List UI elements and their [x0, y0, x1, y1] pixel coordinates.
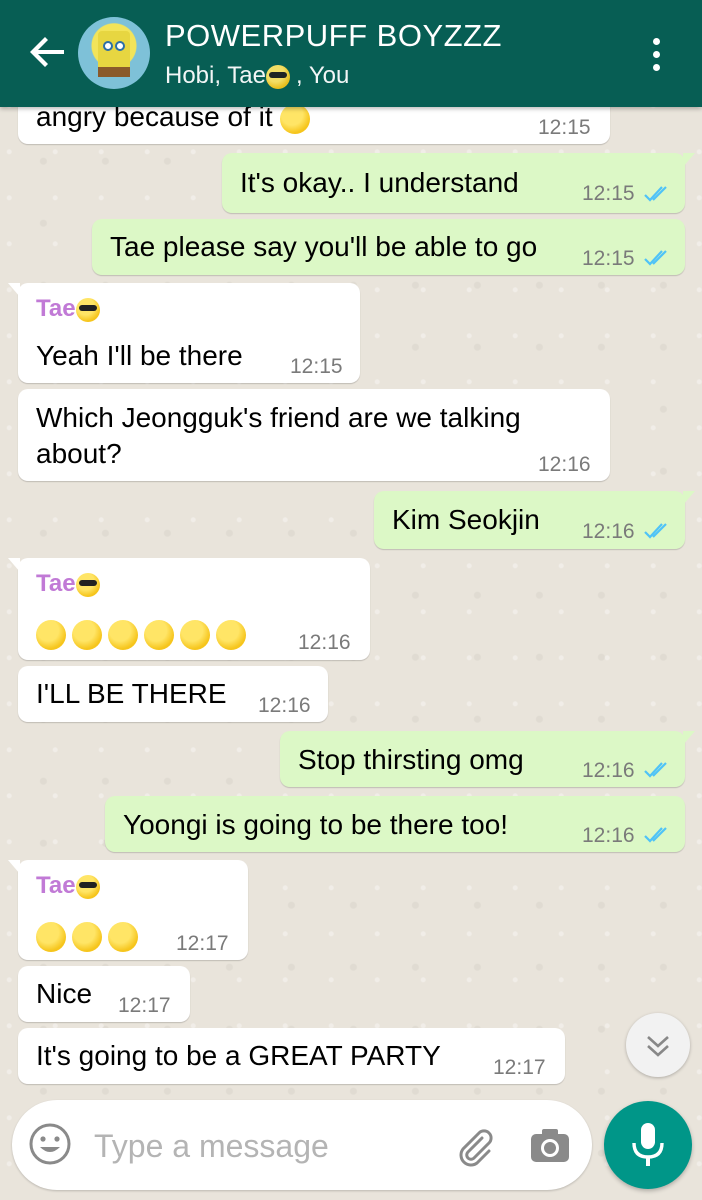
- message-time: 12:16: [258, 694, 311, 717]
- voice-message-button[interactable]: [604, 1101, 692, 1189]
- message-outgoing[interactable]: It's okay.. I understand 12:15: [222, 153, 695, 213]
- read-ticks-icon: [644, 250, 667, 266]
- message-incoming[interactable]: Tae 12:16: [8, 558, 370, 660]
- read-ticks-icon: [644, 523, 667, 539]
- scroll-to-bottom-button[interactable]: [626, 1013, 690, 1077]
- message-time: 12:17: [493, 1056, 546, 1079]
- message-text: It's going to be a GREAT PARTY: [36, 1040, 441, 1071]
- drooling-face-emoji-icon: [144, 619, 174, 650]
- message-incoming[interactable]: I'LL BE THERE 12:16: [18, 666, 328, 722]
- message-time: 12:16: [582, 520, 635, 543]
- sender-name: Tae: [36, 872, 106, 900]
- message-text: It's okay.. I understand: [240, 167, 519, 198]
- sunglasses-emoji-icon: [75, 572, 100, 597]
- message-text: about?: [36, 438, 122, 469]
- message-emoji-row: [36, 918, 144, 952]
- message-emoji-row: [36, 616, 252, 650]
- message-time: 12:17: [176, 932, 229, 955]
- attach-icon[interactable]: [452, 1124, 496, 1168]
- read-ticks-icon: [644, 762, 667, 778]
- message-text: Which Jeongguk's friend are we talking: [36, 402, 521, 433]
- message-time: 12:15: [582, 247, 635, 270]
- double-chevron-down-icon: [647, 1036, 669, 1057]
- sunglasses-emoji-icon: [75, 297, 100, 322]
- smirking-face-emoji-icon: [108, 921, 138, 952]
- sunglasses-emoji-icon: [265, 64, 290, 89]
- message-time: 12:16: [538, 453, 591, 476]
- sunglasses-emoji-icon: [75, 874, 100, 899]
- message-input[interactable]: Type a message: [94, 1128, 329, 1165]
- message-time: 12:15: [582, 182, 635, 205]
- smirking-face-emoji-icon: [72, 921, 102, 952]
- back-arrow-icon[interactable]: [26, 30, 70, 74]
- flushed-face-emoji-icon: [216, 619, 246, 650]
- message-outgoing[interactable]: Yoongi is going to be there too! 12:16: [105, 796, 685, 852]
- message-time: 12:15: [538, 116, 591, 139]
- frowning-face-emoji-icon: [280, 103, 311, 134]
- message-text: Yoongi is going to be there too!: [123, 809, 509, 840]
- camera-icon[interactable]: [528, 1124, 572, 1168]
- microphone-icon: [632, 1123, 664, 1166]
- chat-header[interactable]: POWERPUFF BOYZZZ Hobi, Tae, You: [0, 0, 702, 107]
- read-ticks-icon: [644, 186, 667, 202]
- message-time: 12:16: [582, 824, 635, 847]
- message-time: 12:16: [298, 631, 351, 654]
- message-incoming[interactable]: Tae 12:17: [8, 860, 248, 960]
- message-time: 12:15: [290, 355, 343, 378]
- drooling-face-emoji-icon: [36, 619, 66, 650]
- message-text: Stop thirsting omg: [298, 744, 524, 775]
- read-ticks-icon: [644, 827, 667, 843]
- message-text: Nice: [36, 978, 93, 1009]
- message-time: 12:16: [582, 759, 635, 782]
- message-outgoing[interactable]: Kim Seokjin 12:16: [374, 491, 695, 549]
- message-incoming[interactable]: Tae Yeah I'll be there 12:15: [8, 283, 360, 383]
- chat-participants[interactable]: Hobi, Tae, You: [165, 62, 349, 90]
- message-text: I'LL BE THERE: [36, 678, 227, 709]
- message-text: Yeah I'll be there: [36, 340, 243, 371]
- drooling-face-emoji-icon: [108, 619, 138, 650]
- chat-title[interactable]: POWERPUFF BOYZZZ: [165, 18, 502, 54]
- message-incoming[interactable]: Nice 12:17: [18, 966, 190, 1022]
- message-incoming[interactable]: Which Jeongguk's friend are we talking a…: [18, 389, 610, 481]
- sender-name: Tae: [36, 295, 106, 323]
- message-composer[interactable]: Type a message: [12, 1100, 592, 1190]
- drooling-face-emoji-icon: [180, 619, 210, 650]
- sender-name: Tae: [36, 570, 106, 598]
- drooling-face-emoji-icon: [72, 619, 102, 650]
- group-avatar[interactable]: [78, 17, 150, 89]
- more-options-icon[interactable]: [644, 34, 668, 74]
- message-outgoing[interactable]: Tae please say you'll be able to go 12:1…: [92, 219, 685, 275]
- message-time: 12:17: [118, 994, 171, 1017]
- emoji-icon[interactable]: [28, 1122, 72, 1166]
- message-text: Tae please say you'll be able to go: [110, 231, 538, 262]
- message-incoming[interactable]: It's going to be a GREAT PARTY 12:17: [18, 1028, 565, 1084]
- message-outgoing[interactable]: Stop thirsting omg 12:16: [280, 731, 695, 787]
- smirking-face-emoji-icon: [36, 921, 66, 952]
- message-text: Kim Seokjin: [392, 504, 540, 535]
